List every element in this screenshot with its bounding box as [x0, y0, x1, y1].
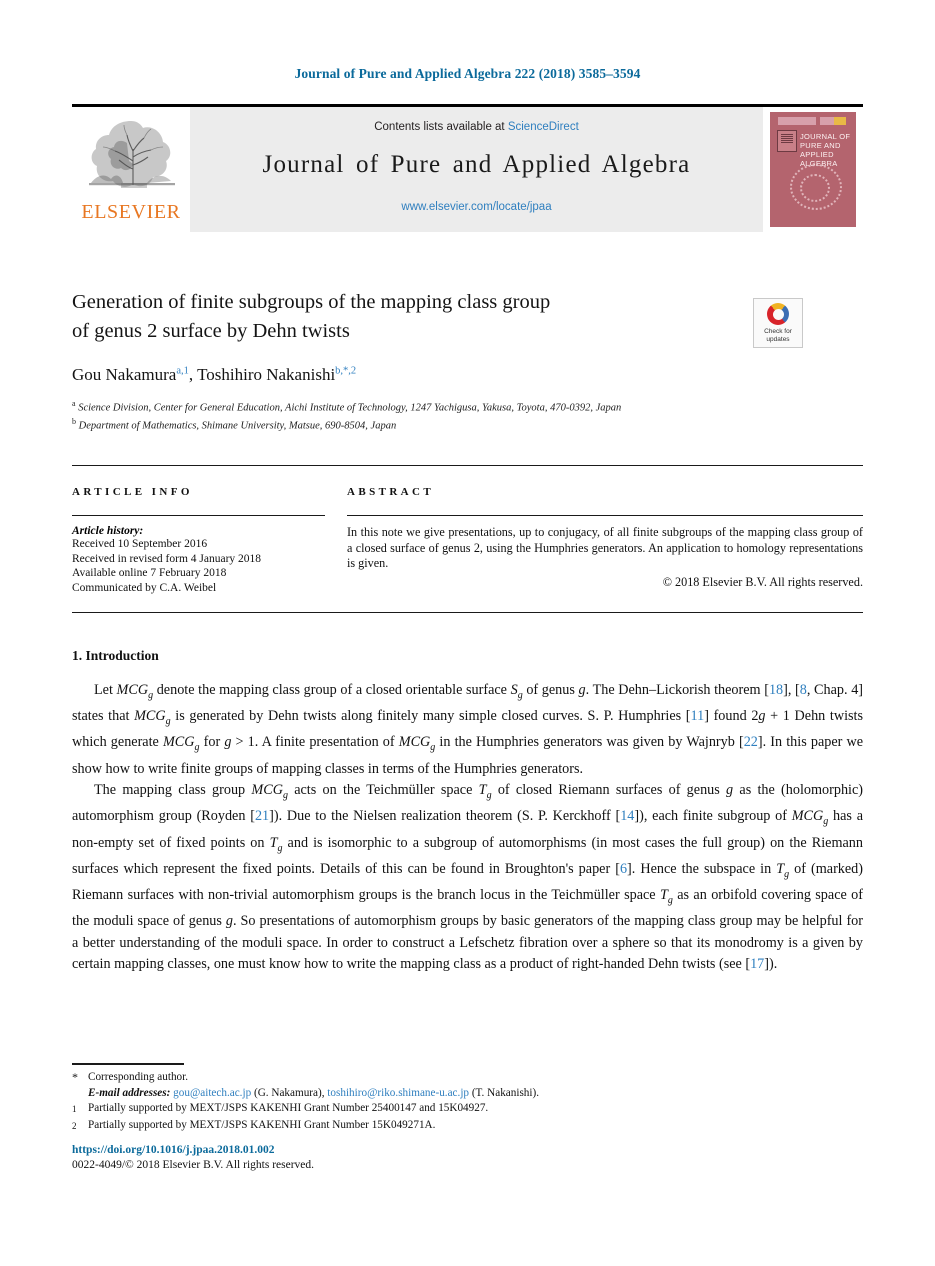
- sciencedirect-link[interactable]: ScienceDirect: [508, 121, 579, 133]
- p1-seg-a: Let: [94, 682, 117, 698]
- footnote-corresponding-text: Corresponding author.: [88, 1071, 189, 1083]
- affiliation-a: a Science Division, Center for General E…: [72, 399, 622, 414]
- affiliation-b: b Department of Mathematics, Shimane Uni…: [72, 417, 397, 432]
- cover-elsevier-mark-icon: [777, 130, 797, 152]
- crossmark-badge[interactable]: Check for updates: [753, 298, 803, 348]
- history-line-revised: Received in revised form 4 January 2018: [72, 552, 262, 565]
- footnote-mark-2: 2: [72, 1120, 77, 1131]
- page-title: Generation of finite subgroups of the ma…: [72, 288, 752, 346]
- footnote-grant-1: 1 Partially supported by MEXT/JSPS KAKEN…: [72, 1101, 863, 1118]
- cover-graphic-inner-icon: [800, 174, 830, 202]
- elsevier-tree-icon: [89, 121, 175, 188]
- affiliation-b-text: Department of Mathematics, Shimane Unive…: [78, 420, 397, 432]
- crossmark-ring-icon: [767, 303, 789, 325]
- elsevier-wordmark: ELSEVIER: [81, 201, 181, 223]
- header-divider-rule: [72, 465, 863, 466]
- article-info-column: ARTICLE INFO Article history: Received 1…: [72, 486, 325, 595]
- history-line-online: Available online 7 February 2018: [72, 567, 227, 579]
- section-heading-introduction: 1. Introduction: [72, 648, 159, 663]
- article-info-label: ARTICLE INFO: [72, 486, 193, 498]
- author-2-affiliation-marks[interactable]: b,*,2: [335, 365, 356, 376]
- crossmark-label-line-2: updates: [766, 335, 790, 343]
- footnote-grant-2-text: Partially supported by MEXT/JSPS KAKENHI…: [88, 1118, 436, 1131]
- footnotes: * Corresponding author. E-mail addresses…: [72, 1070, 863, 1134]
- doi-footer: https://doi.org/10.1016/j.jpaa.2018.01.0…: [72, 1143, 314, 1173]
- article-body: 1. Introduction Let MCGg denote the mapp…: [72, 648, 863, 976]
- crossmark-label-line-1: Check for: [764, 328, 792, 335]
- title-line-1: Generation of finite subgroups of the ma…: [72, 291, 551, 313]
- contents-available-line: Contents lists available at ScienceDirec…: [374, 121, 579, 133]
- author-list: Gou Nakamuraa,1, Toshihiro Nakanishib,*,…: [72, 365, 752, 385]
- footnote-divider-rule: [72, 1063, 184, 1065]
- journal-cover-cell: JOURNAL OF PURE AND APPLIED ALGEBRA: [763, 107, 863, 232]
- cover-top-stripe: [776, 117, 850, 125]
- p1-seg-b: denote the mapping class group of a clos…: [153, 682, 511, 698]
- article-info-rule: [72, 515, 325, 516]
- article-header: Generation of finite subgroups of the ma…: [72, 288, 752, 433]
- footnote-email-text: E-mail addresses: gou@aitech.ac.jp (G. N…: [88, 1086, 863, 1102]
- email-owner-2: (T. Nakanishi).: [471, 1086, 540, 1099]
- footnote-mark-1: 1: [72, 1104, 77, 1114]
- email-link-2[interactable]: toshihiro@riko.shimane-u.ac.jp: [327, 1087, 469, 1099]
- journal-masthead: ELSEVIER Contents lists available at Sci…: [72, 104, 863, 232]
- column-gap: [325, 486, 347, 595]
- footnote-grant-2: 2 Partially supported by MEXT/JSPS KAKEN…: [72, 1118, 863, 1135]
- abstract-copyright: © 2018 Elsevier B.V. All rights reserved…: [662, 574, 863, 589]
- cover-title-line-2: PURE AND: [800, 141, 841, 150]
- info-abstract-region: ARTICLE INFO Article history: Received 1…: [72, 486, 863, 595]
- author-separator: , Toshihiro Nakanishi: [188, 365, 336, 384]
- abstract-column: ABSTRACT In this note we give presentati…: [347, 486, 863, 595]
- p1-seg-c: of genus: [522, 682, 579, 698]
- abstract-rule: [347, 515, 863, 516]
- running-head: Journal of Pure and Applied Algebra 222 …: [294, 66, 641, 81]
- email-addresses-label: E-mail addresses:: [88, 1086, 171, 1099]
- crossmark-label: Check for updates: [764, 328, 792, 343]
- journal-homepage-link[interactable]: www.elsevier.com/locate/jpaa: [401, 201, 551, 213]
- abstract-divider-rule: [72, 612, 863, 613]
- author-1-affiliation-marks[interactable]: a,1: [176, 365, 189, 376]
- footnote-corresponding: * Corresponding author.: [72, 1070, 863, 1086]
- affiliations: a Science Division, Center for General E…: [72, 397, 752, 433]
- footnote-emails: E-mail addresses: gou@aitech.ac.jp (G. N…: [72, 1086, 863, 1102]
- journal-title: Journal of Pure and Applied Algebra: [262, 151, 691, 178]
- affiliation-a-text: Science Division, Center for General Edu…: [78, 402, 622, 414]
- article-history-heading: Article history:: [72, 525, 144, 537]
- issn-copyright-line: 0022-4049/© 2018 Elsevier B.V. All right…: [72, 1159, 315, 1171]
- journal-banner: Contents lists available at ScienceDirec…: [190, 107, 763, 232]
- cover-title-text: JOURNAL OF PURE AND APPLIED ALGEBRA: [800, 132, 856, 168]
- author-1-name: Gou Nakamura: [72, 365, 177, 384]
- footnote-grant-1-text: Partially supported by MEXT/JSPS KAKENHI…: [88, 1102, 489, 1114]
- email-link-1[interactable]: gou@aitech.ac.jp: [173, 1087, 251, 1099]
- history-line-communicated: Communicated by C.A. Weibel: [72, 581, 217, 594]
- footnote-mark-star: *: [72, 1070, 78, 1084]
- paper-page: Journal of Pure and Applied Algebra 222 …: [0, 0, 935, 1266]
- email-owner-1: (G. Nakamura),: [253, 1086, 325, 1099]
- contents-prefix-text: Contents lists available at: [374, 121, 508, 133]
- abstract-text: In this note we give presentations, up t…: [347, 525, 863, 570]
- cover-title-line-1: JOURNAL OF: [800, 132, 851, 141]
- title-line-2: of genus 2 surface by Dehn twists: [72, 320, 350, 342]
- history-line-received: Received 10 September 2016: [72, 538, 208, 550]
- journal-cover-thumbnail: JOURNAL OF PURE AND APPLIED ALGEBRA: [770, 112, 856, 227]
- paragraph-2: The mapping class group MCGg acts on the…: [72, 782, 864, 973]
- elsevier-logo: ELSEVIER: [72, 107, 190, 232]
- abstract-label: ABSTRACT: [347, 486, 435, 498]
- p1-seg-f: for g > 1. A finite presentation of: [199, 734, 399, 751]
- doi-link[interactable]: https://doi.org/10.1016/j.jpaa.2018.01.0…: [72, 1143, 314, 1158]
- paragraph-1: Let MCGg denote the mapping class group …: [72, 682, 864, 777]
- footnote-mark-empty: [72, 1086, 88, 1102]
